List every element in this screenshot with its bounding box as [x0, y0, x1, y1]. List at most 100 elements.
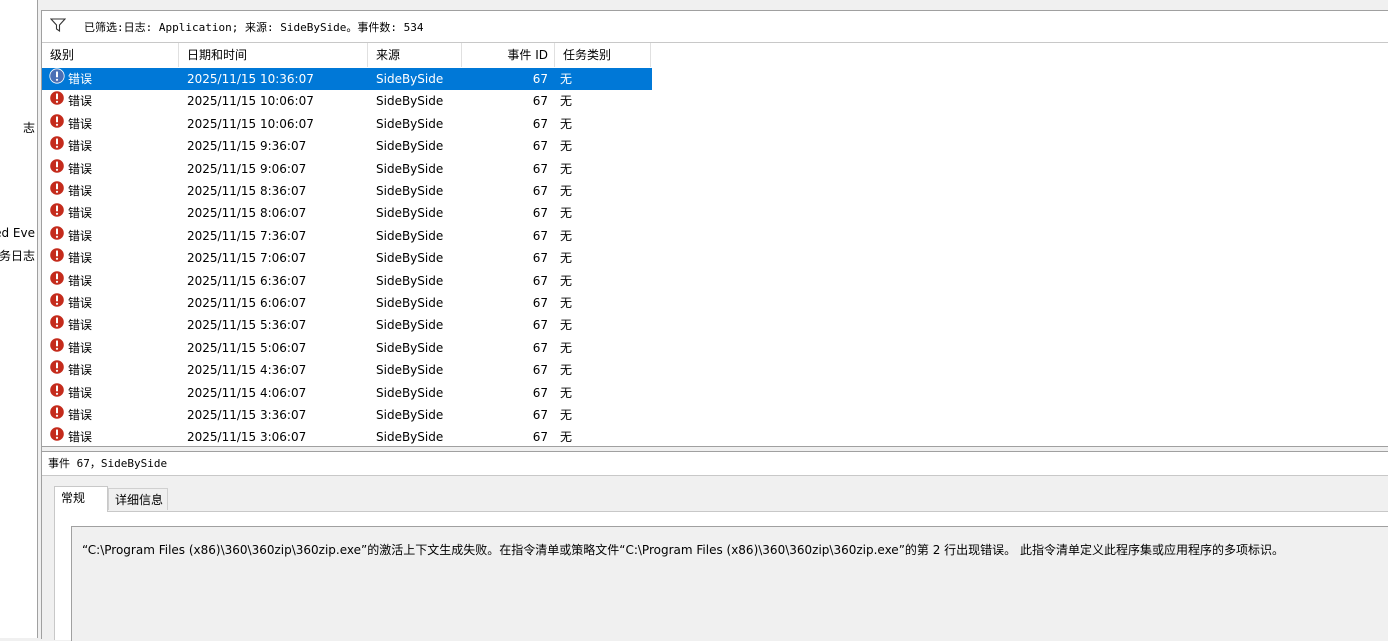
event-row[interactable]: 错误 2025/11/15 3:36:07 SideBySide 67 无 — [42, 404, 652, 426]
datetime-cell: 2025/11/15 6:06:07 — [187, 296, 307, 310]
level-cell: 错误 — [68, 318, 93, 333]
error-icon — [49, 381, 65, 398]
column-header-level[interactable]: 级别 — [42, 43, 179, 67]
source-cell: SideBySide — [376, 340, 444, 355]
level-cell: 错误 — [68, 340, 93, 355]
event-message-box[interactable]: “C:\Program Files (x86)\360\360zip\360zi… — [71, 526, 1388, 641]
error-icon — [49, 202, 65, 218]
column-header-task-category[interactable]: 任务类别 — [555, 43, 651, 67]
filter-summary: 已筛选:日志: Application; 来源: SideBySide。事件数:… — [84, 21, 424, 34]
datetime-cell: 2025/11/15 4:36:07 — [187, 363, 307, 378]
event-row[interactable]: 错误 2025/11/15 3:06:07 SideBySide 67 无 — [42, 426, 652, 446]
event-viewer-main: 已筛选:日志: Application; 来源: SideBySide。事件数:… — [41, 10, 1388, 641]
level-cell: 错误 — [68, 408, 93, 422]
source-cell: SideBySide — [376, 318, 444, 333]
event-row[interactable]: 错误 2025/11/15 10:36:07 SideBySide 67 无 — [42, 68, 652, 90]
navigation-tree: 志 ed Eve 务日志 — [0, 0, 38, 638]
event-list[interactable]: 级别 日期和时间 来源 事件 ID 任务类别 错误 2025/11/15 10:3… — [42, 43, 1388, 446]
datetime-cell: 2025/11/15 10:06:07 — [187, 116, 314, 131]
column-header-event-id[interactable]: 事件 ID — [462, 43, 555, 67]
event-row[interactable]: 错误 2025/11/15 7:06:07 SideBySide 67 无 — [42, 247, 652, 269]
event-id-cell: 67 — [532, 296, 548, 310]
source-cell: SideBySide — [376, 251, 444, 266]
event-id-cell: 67 — [532, 139, 548, 154]
level-cell: 错误 — [68, 206, 93, 221]
event-id-cell: 67 — [532, 363, 548, 378]
source-cell: SideBySide — [376, 385, 444, 400]
error-icon — [49, 337, 65, 353]
datetime-cell: 2025/11/15 8:06:07 — [187, 206, 307, 221]
column-header-source[interactable]: 来源 — [368, 43, 462, 67]
event-row[interactable]: 错误 2025/11/15 10:06:07 SideBySide 67 无 — [42, 113, 652, 135]
source-cell: SideBySide — [376, 161, 444, 176]
filter-bar: 已筛选:日志: Application; 来源: SideBySide。事件数:… — [42, 11, 1388, 43]
datetime-cell: 2025/11/15 4:06:07 — [187, 385, 307, 400]
datetime-cell: 2025/11/15 9:36:07 — [187, 139, 307, 154]
event-id-cell: 67 — [532, 161, 548, 176]
source-cell: SideBySide — [376, 430, 444, 445]
level-cell: 错误 — [68, 161, 93, 176]
event-row[interactable]: 错误 2025/11/15 6:06:07 SideBySide 67 无 — [42, 292, 652, 314]
source-cell: SideBySide — [376, 296, 444, 310]
event-id-cell: 67 — [532, 94, 548, 109]
error-icon — [49, 269, 65, 286]
event-row[interactable]: 错误 2025/11/15 9:36:07 SideBySide 67 无 — [42, 135, 652, 157]
event-row[interactable]: 错误 2025/11/15 4:36:07 SideBySide 67 无 — [42, 359, 652, 381]
event-id-cell: 67 — [532, 430, 548, 445]
task-category-cell: 无 — [560, 184, 573, 198]
list-header: 级别 日期和时间 来源 事件 ID 任务类别 — [42, 43, 1388, 67]
event-row[interactable]: 错误 2025/11/15 5:06:07 SideBySide 67 无 — [42, 337, 652, 359]
event-detail-pane: 事件 67，SideBySide 常规 详细信息 “C:\Program Fil… — [42, 452, 1388, 641]
datetime-cell: 2025/11/15 3:36:07 — [187, 408, 307, 422]
source-cell: SideBySide — [376, 116, 444, 131]
task-category-cell: 无 — [560, 296, 573, 310]
event-id-cell: 67 — [532, 273, 548, 288]
event-row[interactable]: 错误 2025/11/15 4:06:07 SideBySide 67 无 — [42, 381, 652, 404]
event-id-cell: 67 — [532, 318, 548, 333]
level-cell: 错误 — [68, 430, 93, 445]
tree-item[interactable]: 志 — [23, 119, 35, 136]
tab-details[interactable]: 详细信息 — [108, 488, 168, 510]
event-row[interactable]: 错误 2025/11/15 5:36:07 SideBySide 67 无 — [42, 314, 652, 336]
event-row[interactable]: 错误 2025/11/15 9:06:07 SideBySide 67 无 — [42, 157, 652, 180]
error-icon — [49, 68, 65, 84]
error-icon — [49, 359, 65, 375]
datetime-cell: 2025/11/15 5:06:07 — [187, 340, 307, 355]
datetime-cell: 2025/11/15 10:36:07 — [187, 72, 314, 86]
error-icon — [49, 135, 65, 151]
event-id-cell: 67 — [532, 72, 548, 86]
event-row[interactable]: 错误 2025/11/15 6:36:07 SideBySide 67 无 — [42, 269, 652, 292]
event-row[interactable]: 错误 2025/11/15 7:36:07 SideBySide 67 无 — [42, 225, 652, 247]
event-id-cell: 67 — [532, 340, 548, 355]
datetime-cell: 2025/11/15 3:06:07 — [187, 430, 307, 445]
tree-item[interactable]: 务日志 — [0, 247, 35, 264]
level-cell: 错误 — [68, 139, 93, 154]
task-category-cell: 无 — [560, 206, 573, 221]
event-row[interactable]: 错误 2025/11/15 10:06:07 SideBySide 67 无 — [42, 90, 652, 112]
error-icon — [49, 90, 65, 106]
task-category-cell: 无 — [560, 139, 573, 154]
tree-item[interactable]: ed Eve — [0, 226, 35, 240]
task-category-cell: 无 — [560, 228, 573, 243]
column-header-datetime[interactable]: 日期和时间 — [179, 43, 368, 67]
event-id-cell: 67 — [532, 251, 548, 266]
event-row[interactable]: 错误 2025/11/15 8:36:07 SideBySide 67 无 — [42, 180, 652, 202]
error-icon — [49, 113, 65, 129]
source-cell: SideBySide — [376, 228, 444, 243]
error-icon — [49, 180, 65, 196]
level-cell: 错误 — [68, 251, 93, 266]
event-row[interactable]: 错误 2025/11/15 8:06:07 SideBySide 67 无 — [42, 202, 652, 224]
tab-general[interactable]: 常规 — [54, 486, 108, 512]
task-category-cell: 无 — [560, 72, 573, 86]
event-id-cell: 67 — [532, 385, 548, 400]
level-cell: 错误 — [68, 385, 93, 400]
task-category-cell: 无 — [560, 340, 573, 355]
level-cell: 错误 — [68, 363, 93, 378]
source-cell: SideBySide — [376, 273, 444, 288]
error-icon — [49, 292, 65, 308]
source-cell: SideBySide — [376, 363, 444, 378]
event-id-cell: 67 — [532, 408, 548, 422]
task-category-cell: 无 — [560, 273, 573, 288]
task-category-cell: 无 — [560, 161, 573, 176]
detail-title: 事件 67，SideBySide — [42, 452, 1388, 476]
